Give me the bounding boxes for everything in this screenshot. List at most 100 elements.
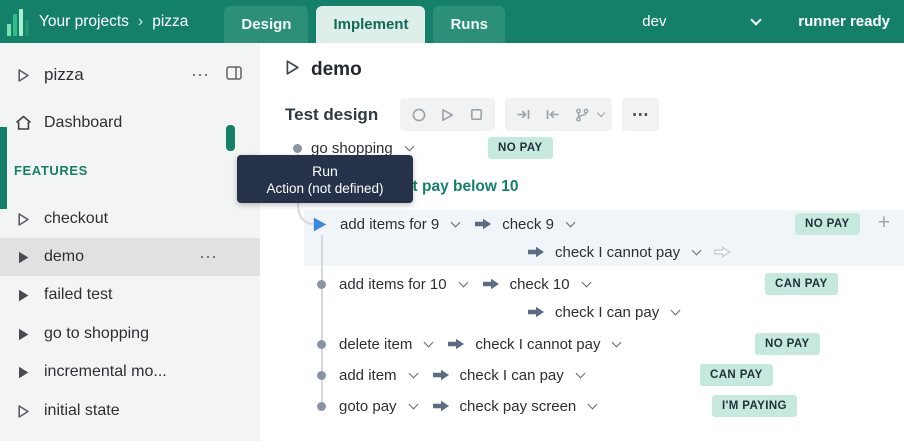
arrow-right-icon xyxy=(448,338,465,350)
step-action-label[interactable]: goto pay xyxy=(339,398,397,415)
arrow-right-icon xyxy=(433,369,450,381)
sidebar-item-label: checkout xyxy=(44,210,108,228)
sidebar-item-label: initial state xyxy=(44,402,120,420)
sidebar-item-dashboard[interactable]: Dashboard xyxy=(0,104,260,142)
chevron-down-icon[interactable] xyxy=(451,217,461,227)
add-step-icon[interactable]: + xyxy=(878,211,890,235)
run-to-end-icon[interactable] xyxy=(510,101,537,128)
test-design-row: Test design xyxy=(285,98,659,131)
more-button[interactable]: ⋯ xyxy=(627,101,654,128)
sidebar-item-label: Dashboard xyxy=(44,114,122,132)
runner-status: runner ready xyxy=(798,13,890,30)
arrow-right-icon xyxy=(475,218,492,230)
play-filled-icon xyxy=(14,288,32,303)
chevron-down-icon[interactable] xyxy=(588,399,598,409)
app-logo-icon[interactable] xyxy=(7,8,29,36)
environment-selector[interactable]: dev xyxy=(642,13,760,30)
step-check-label[interactable]: check pay screen xyxy=(460,398,577,415)
step-dot-icon xyxy=(317,371,326,380)
step-dot-icon xyxy=(317,340,326,349)
run-controls-group xyxy=(400,98,495,131)
status-badge[interactable]: NO PAY xyxy=(795,213,860,235)
arrow-right-icon xyxy=(483,278,500,290)
arrow-right-icon xyxy=(433,400,450,412)
main-tabs: Design Implement Runs xyxy=(224,6,505,43)
step-action-label[interactable]: add item xyxy=(339,367,397,384)
chevron-down-icon[interactable] xyxy=(408,368,418,378)
sidebar-item-failed-test[interactable]: failed test xyxy=(0,276,260,314)
step-check-label[interactable]: check I can pay xyxy=(555,304,659,321)
arrow-right-icon xyxy=(528,306,545,318)
step-row-add-items-9: add items for 9 check 9 NO PAY + xyxy=(260,210,904,238)
feature-more-button[interactable]: ⋯ xyxy=(199,247,218,268)
record-circle-icon[interactable] xyxy=(405,101,432,128)
chevron-down-icon[interactable] xyxy=(671,305,681,315)
run-step-play-icon[interactable] xyxy=(312,216,328,233)
run-from-start-icon[interactable] xyxy=(539,101,566,128)
chevron-down-icon[interactable] xyxy=(458,277,468,287)
project-more-button[interactable]: ⋯ xyxy=(191,65,210,86)
collapse-panel-icon[interactable] xyxy=(226,66,242,85)
step-check-label[interactable]: check I can pay xyxy=(460,367,564,384)
sidebar-item-initial-state[interactable]: initial state xyxy=(0,392,260,430)
play-icon[interactable] xyxy=(434,101,461,128)
chevron-down-icon[interactable] xyxy=(424,337,434,347)
breadcrumb-current[interactable]: pizza xyxy=(152,13,188,31)
stop-icon[interactable] xyxy=(463,101,490,128)
project-name: pizza xyxy=(44,65,84,85)
breadcrumb-root[interactable]: Your projects xyxy=(39,13,129,31)
tab-design[interactable]: Design xyxy=(224,6,308,43)
sidebar-item-label: failed test xyxy=(44,286,112,304)
play-outline-icon xyxy=(14,404,32,419)
chevron-down-icon[interactable] xyxy=(581,277,591,287)
add-check-arrow-icon[interactable] xyxy=(714,246,731,258)
chevron-down-icon[interactable] xyxy=(612,337,622,347)
play-filled-icon xyxy=(14,327,32,342)
tab-implement[interactable]: Implement xyxy=(316,6,425,43)
home-icon xyxy=(14,115,32,131)
step-check-label[interactable]: check 10 xyxy=(510,276,570,293)
chevron-down-icon[interactable] xyxy=(565,217,575,227)
status-badge[interactable]: NO PAY xyxy=(755,333,820,355)
step-action-label[interactable]: add items for 9 xyxy=(340,216,439,233)
step-row-add-item: add item check I can pay CAN PAY xyxy=(260,361,904,389)
chevron-down-icon[interactable] xyxy=(597,109,605,117)
step-dot-icon xyxy=(317,280,326,289)
tooltip-title: Run xyxy=(312,163,338,179)
play-outline-icon xyxy=(14,68,32,83)
topbar-right: dev runner ready xyxy=(642,13,904,30)
step-action-label[interactable]: delete item xyxy=(339,336,412,353)
breadcrumb-separator: › xyxy=(138,13,143,31)
branch-icon[interactable] xyxy=(568,101,595,128)
step-dot-icon xyxy=(293,144,302,153)
chevron-down-icon[interactable] xyxy=(692,245,702,255)
tab-runs[interactable]: Runs xyxy=(433,6,505,43)
chevron-down-icon[interactable] xyxy=(404,141,414,151)
step-check-label[interactable]: check I cannot pay xyxy=(475,336,600,353)
page-title: demo xyxy=(311,59,362,81)
step-check-label[interactable]: check I cannot pay xyxy=(555,244,680,261)
feature-title-row: demo xyxy=(285,59,362,81)
features-section-header: FEATURES xyxy=(14,160,88,180)
arrow-right-icon xyxy=(528,246,545,258)
step-row-delete-item: delete item check I cannot pay NO PAY xyxy=(260,330,904,358)
chevron-down-icon[interactable] xyxy=(575,368,585,378)
step-action-label[interactable]: add items for 10 xyxy=(339,276,447,293)
status-badge[interactable]: CAN PAY xyxy=(700,364,773,386)
step-row-add-items-10: add items for 10 check 10 CAN PAY xyxy=(260,270,904,298)
app-window: Your projects › pizza Design Implement R… xyxy=(0,0,904,441)
sidebar-item-label: go to shopping xyxy=(44,325,149,343)
sidebar-project-row[interactable]: pizza ⋯ xyxy=(0,56,260,94)
play-outline-icon[interactable] xyxy=(285,59,300,81)
chevron-down-icon[interactable] xyxy=(408,399,418,409)
step-action-label[interactable]: go shopping xyxy=(311,140,393,157)
status-badge[interactable]: NO PAY xyxy=(488,137,553,159)
status-badge[interactable]: I'M PAYING xyxy=(712,395,797,417)
sidebar-item-go-to-shopping[interactable]: go to shopping xyxy=(0,315,260,353)
sidebar-item-checkout[interactable]: checkout xyxy=(0,200,260,238)
sidebar-item-incremental[interactable]: incremental mo... xyxy=(0,353,260,391)
step-check-label[interactable]: check 9 xyxy=(502,216,554,233)
sidebar-item-demo[interactable]: demo ⋯ xyxy=(0,238,260,276)
sidebar: pizza ⋯ Dashboard FEATURES checkout xyxy=(0,43,260,441)
status-badge[interactable]: CAN PAY xyxy=(765,273,838,295)
